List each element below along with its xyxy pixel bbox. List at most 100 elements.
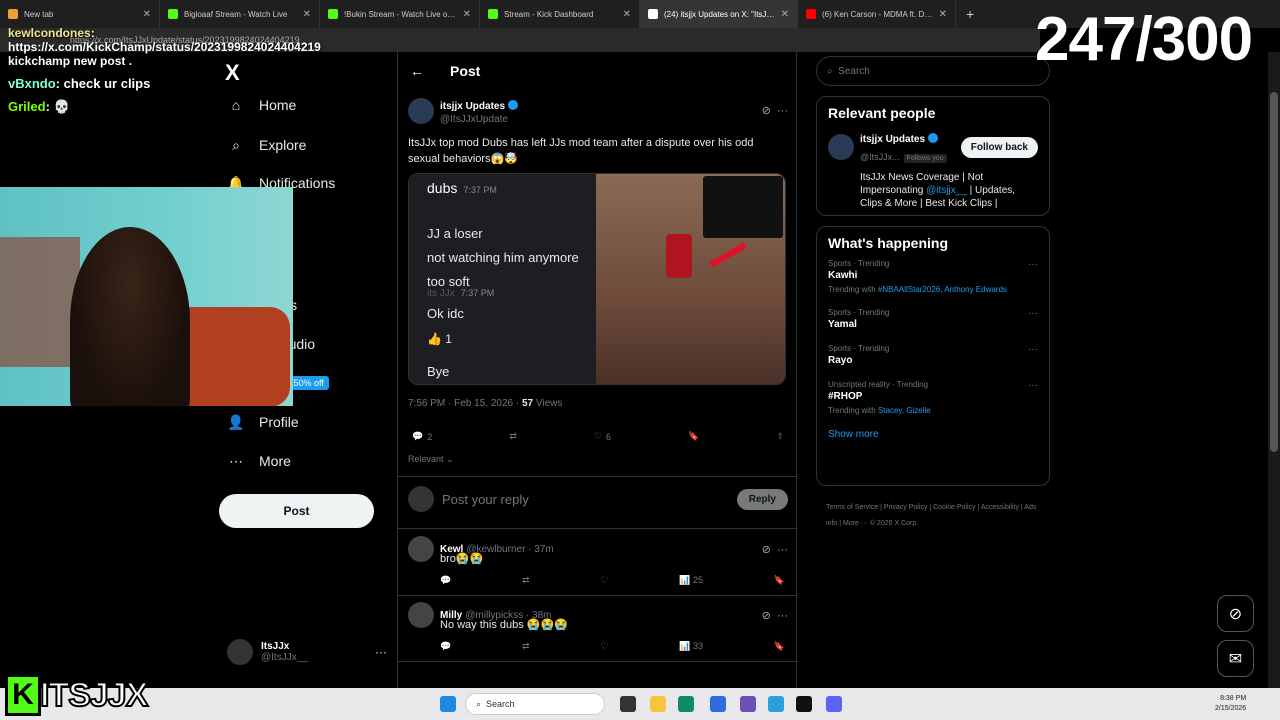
close-tab-icon[interactable]: ✕ xyxy=(143,9,151,20)
close-tab-icon[interactable]: ✕ xyxy=(781,9,789,20)
reply-input[interactable]: Post your reply xyxy=(442,492,529,507)
nav-item-profile[interactable]: 👤 Profile xyxy=(227,413,298,431)
views-action[interactable]: 📊 25 xyxy=(679,575,703,586)
account-switcher[interactable]: ItsJJx @ItsJJx__ ··· xyxy=(227,639,387,665)
file-explorer-icon[interactable] xyxy=(650,696,666,712)
sort-replies-dropdown[interactable]: Relevant ⌄ xyxy=(408,454,454,465)
chat-line: JJ a loser xyxy=(427,226,483,241)
store-icon[interactable] xyxy=(710,696,726,712)
avatar[interactable] xyxy=(408,536,434,562)
repost-icon[interactable]: ⇄ xyxy=(522,641,530,652)
close-tab-icon[interactable]: ✕ xyxy=(463,9,471,20)
app-icon[interactable] xyxy=(740,696,756,712)
reply-icon[interactable]: 💬 xyxy=(440,575,451,586)
reply-icon: 💬 xyxy=(412,431,424,441)
trend-related: Trending with #NBAAllStar2026, Anthony E… xyxy=(828,285,1007,294)
reply-icon[interactable]: 💬 xyxy=(440,641,451,652)
repost-icon[interactable]: ⇄ xyxy=(509,431,517,442)
chat-line: Ok idc xyxy=(427,306,464,321)
more-options-icon[interactable]: ··· xyxy=(1028,380,1038,391)
show-more-link[interactable]: Show more xyxy=(828,429,1038,440)
browser-tab[interactable]: Stream - Kick Dashboard ✕ xyxy=(480,0,640,28)
reply-button[interactable]: Reply xyxy=(736,488,788,510)
trend-title: #RHOP xyxy=(828,391,863,402)
trend-item[interactable]: Unscripted reality · Trending #RHOP Trendi… xyxy=(828,380,1038,415)
browser-tab[interactable]: !Bukin Stream - Watch Live on Kick ✕ xyxy=(320,0,480,28)
close-tab-icon[interactable]: ✕ xyxy=(939,9,947,20)
grok-icon[interactable]: ⊘ xyxy=(762,544,771,556)
heart-icon[interactable]: ♡ xyxy=(600,641,608,652)
new-tab-icon[interactable]: + xyxy=(956,6,984,22)
avatar[interactable] xyxy=(408,97,434,124)
avatar[interactable] xyxy=(828,134,854,160)
author-name[interactable]: itsjjx Updates xyxy=(440,101,505,112)
reply-action[interactable]: 💬 2 xyxy=(412,431,432,442)
tweet-media[interactable]: dubs 7:37 PM JJ a loser not watching him … xyxy=(408,173,786,385)
discord-icon[interactable] xyxy=(826,696,842,712)
tab-favicon-icon xyxy=(488,9,498,19)
edge-icon[interactable] xyxy=(678,696,694,712)
engagement-bar: 💬 2 ⇄ ♡ 6 🔖 ⇧ xyxy=(412,431,784,442)
avatar[interactable] xyxy=(408,602,434,628)
reply-composer: Post your reply Reply xyxy=(408,484,788,514)
page-scrollbar[interactable] xyxy=(1268,52,1280,692)
trend-item[interactable]: Sports · Trending Rayo ··· xyxy=(828,344,1038,366)
back-arrow-icon[interactable]: ← xyxy=(410,63,424,79)
post-button[interactable]: Post xyxy=(219,494,374,528)
trend-item[interactable]: Sports · Trending Kawhi Trending with #NBA… xyxy=(828,259,1038,294)
author-handle[interactable]: @ItsJJxUpdate xyxy=(440,114,518,125)
app-icon[interactable] xyxy=(768,696,784,712)
more-options-icon[interactable]: ··· xyxy=(1028,344,1038,355)
search-input[interactable]: ⌕ Search xyxy=(816,56,1050,86)
search-icon: ⌕ xyxy=(476,698,487,709)
like-action[interactable]: ♡ 6 xyxy=(594,431,611,442)
bookmark-icon[interactable]: 🔖 xyxy=(774,575,785,586)
browser-tab[interactable]: (24) itsjjx Updates on X: "ItsJJx top ✕ xyxy=(640,0,798,28)
clock[interactable]: 8:38 PM 2/15/2026 xyxy=(1215,694,1246,714)
card-title: Relevant people xyxy=(828,105,936,121)
chat-line: Bye xyxy=(427,364,450,379)
browser-tab[interactable]: New tab ✕ xyxy=(0,0,160,28)
grok-icon[interactable]: ⊘ xyxy=(762,105,771,117)
nav-item-search[interactable]: ⌕ Explore xyxy=(227,136,306,154)
brand-text: ITSJJX xyxy=(39,675,149,715)
windows-start-icon[interactable] xyxy=(440,696,456,712)
follow-back-button[interactable]: Follow back xyxy=(960,136,1038,158)
grok-icon[interactable]: ⊘ xyxy=(762,610,771,622)
obs-icon[interactable] xyxy=(796,696,812,712)
follows-you-badge: Follows you xyxy=(903,154,947,163)
reply-tweet[interactable]: Milly @millypickss · 38m ⊘ ··· No way th… xyxy=(408,602,788,652)
browser-tab[interactable]: Bigloaaf Stream - Watch Live ✕ xyxy=(160,0,320,28)
more-options-icon[interactable]: ··· xyxy=(1028,308,1038,319)
taskbar-search[interactable]: ⌕ Search xyxy=(465,693,605,715)
heart-icon[interactable]: ♡ xyxy=(600,575,608,586)
tab-title: Bigloaaf Stream - Watch Live xyxy=(184,9,288,19)
person-name[interactable]: itsjjx Updates xyxy=(860,134,925,145)
share-icon[interactable]: ⇧ xyxy=(776,431,784,442)
trend-title: Kawhi xyxy=(828,270,858,281)
more-options-icon[interactable]: ··· xyxy=(375,645,387,659)
trend-category: Sports · Trending xyxy=(828,344,890,353)
trend-item[interactable]: Sports · Trending Yamal ··· xyxy=(828,308,1038,330)
person-handle: @ItsJJx... xyxy=(860,152,900,162)
bio-link[interactable]: @itsjjx__ xyxy=(926,185,967,196)
bookmark-icon[interactable]: 🔖 xyxy=(688,431,699,442)
footer-links[interactable]: Terms of Service | Privacy Policy | Cook… xyxy=(826,500,1046,532)
nav-item-more[interactable]: ⋯ More xyxy=(227,452,291,470)
more-options-icon[interactable]: ··· xyxy=(1028,259,1038,270)
grok-icon[interactable]: ⊘ xyxy=(1217,595,1254,632)
messages-icon[interactable]: ✉ xyxy=(1217,640,1254,677)
search-icon: ⌕ xyxy=(232,136,240,153)
repost-icon[interactable]: ⇄ xyxy=(522,575,530,586)
more-options-icon[interactable]: ··· xyxy=(777,610,788,622)
task-view-icon[interactable] xyxy=(620,696,636,712)
close-tab-icon[interactable]: ✕ xyxy=(303,9,311,20)
views-action[interactable]: 📊 33 xyxy=(679,641,703,652)
browser-tab[interactable]: (6) Ken Carson - MDMA ft. Destroy ✕ xyxy=(798,0,956,28)
more-options-icon[interactable]: ··· xyxy=(777,544,788,556)
close-tab-icon[interactable]: ✕ xyxy=(623,9,631,20)
bookmark-icon[interactable]: 🔖 xyxy=(774,641,785,652)
chat-text: 💀 xyxy=(53,99,70,114)
more-options-icon[interactable]: ··· xyxy=(777,105,788,117)
reply-tweet[interactable]: Kewl @kewlburner · 37m ⊘ ··· bro😭😭 💬 ⇄ ♡… xyxy=(408,536,788,586)
